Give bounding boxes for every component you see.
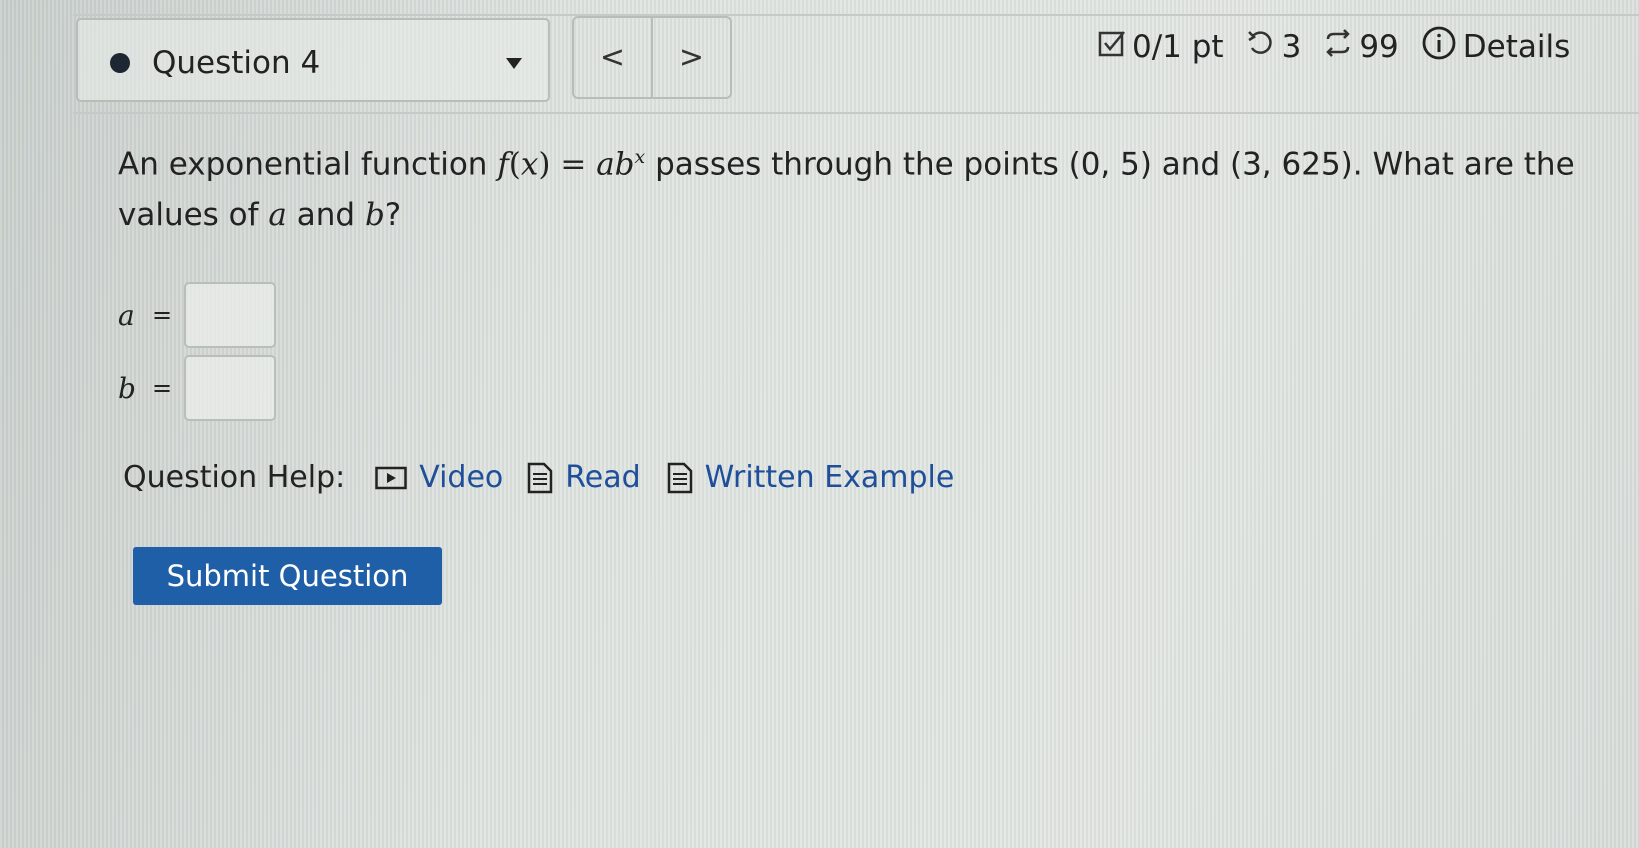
- read-link-label: Read: [565, 460, 641, 495]
- question-nav: < >: [572, 16, 732, 99]
- math-x: x: [520, 146, 539, 183]
- retry-icon: [1246, 28, 1276, 66]
- equals-sign: =: [152, 374, 173, 402]
- question-label: Question 4: [152, 45, 321, 81]
- math-a: a: [596, 146, 615, 183]
- question-help: Question Help: Video Read Written Exampl…: [123, 460, 954, 495]
- written-example-label: Written Example: [704, 460, 955, 495]
- document-icon: [667, 462, 692, 493]
- math-f: f: [497, 146, 509, 183]
- video-link-label: Video: [419, 460, 504, 495]
- document-icon: [528, 462, 553, 493]
- answer-input-b[interactable]: [184, 355, 277, 421]
- math-equals: =: [550, 146, 597, 183]
- equals-sign: =: [152, 301, 173, 329]
- answer-input-a[interactable]: [184, 282, 277, 348]
- math-rparen: ): [538, 146, 551, 183]
- answer-row-b: b =: [118, 355, 277, 421]
- submit-question-button[interactable]: Submit Question: [133, 547, 442, 605]
- previous-question-button[interactable]: <: [574, 18, 651, 97]
- header-top-border: [73, 14, 1639, 16]
- written-example-link[interactable]: Written Example: [667, 460, 955, 495]
- math-b-ref: b: [364, 197, 385, 234]
- math-lparen: (: [508, 146, 521, 183]
- question-text: An exponential function f(x) = abx passe…: [118, 132, 1578, 241]
- video-link[interactable]: Video: [375, 460, 503, 495]
- header-divider: [73, 112, 1639, 114]
- details-link[interactable]: Details: [1463, 29, 1570, 65]
- question-stats: 0/1 pt 3 99 Details: [1098, 22, 1570, 72]
- variable-label: a: [118, 298, 135, 332]
- question-intro: An exponential function: [118, 146, 498, 183]
- answer-row-a: a =: [118, 282, 277, 348]
- question-and: and: [286, 197, 365, 234]
- dropdown-caret-icon: [506, 58, 522, 69]
- math-b: b: [614, 146, 635, 183]
- checkbox-icon: [1098, 29, 1126, 65]
- question-end: ?: [384, 197, 402, 234]
- status-dot-icon: [110, 53, 130, 73]
- math-exponent: x: [634, 146, 646, 168]
- next-question-button[interactable]: >: [651, 18, 730, 97]
- attempts-icon: [1323, 28, 1353, 66]
- question-select[interactable]: Question 4: [76, 18, 550, 102]
- question-help-label: Question Help:: [123, 460, 346, 495]
- math-a-ref: a: [268, 197, 287, 234]
- video-icon: [375, 466, 407, 489]
- attempts-count: 99: [1359, 29, 1399, 65]
- score-text: 0/1 pt: [1132, 29, 1224, 65]
- read-link[interactable]: Read: [527, 460, 641, 495]
- info-icon[interactable]: [1421, 25, 1457, 69]
- retries-count: 3: [1281, 29, 1302, 65]
- variable-label: b: [118, 371, 136, 405]
